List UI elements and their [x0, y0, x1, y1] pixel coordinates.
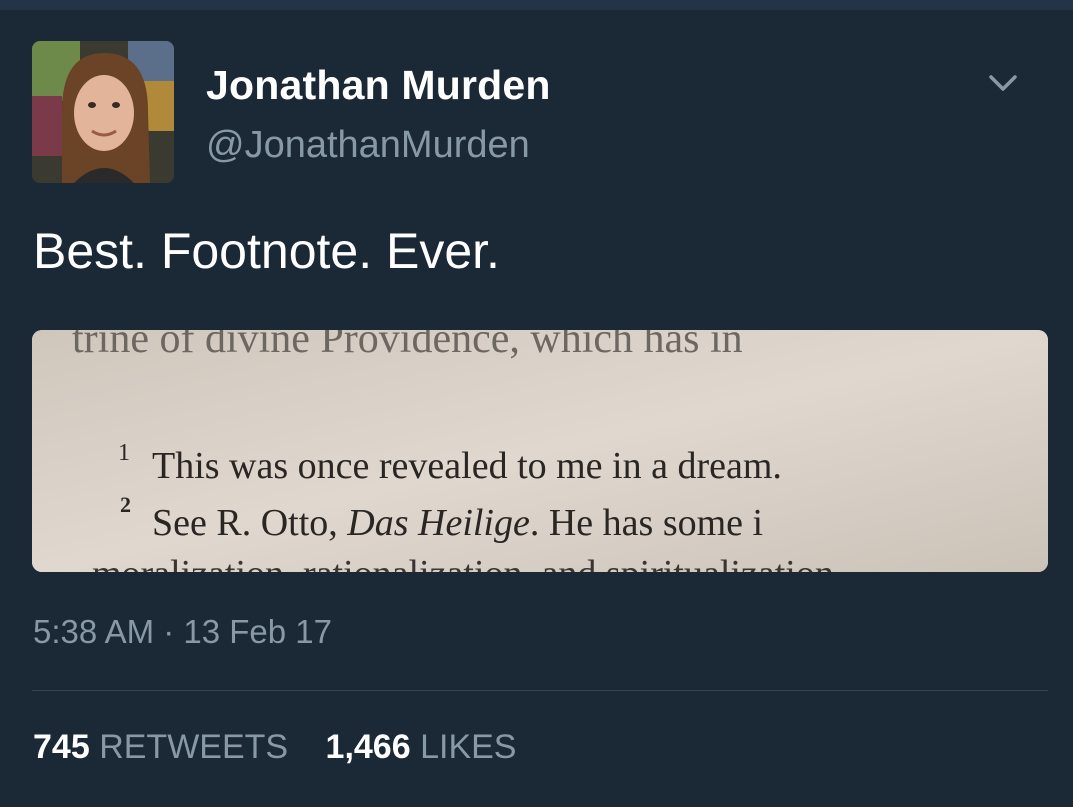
chevron-down-icon[interactable]	[986, 66, 1020, 100]
footnote-1-marker: 1	[118, 440, 130, 466]
footnote-2-marker: 2	[120, 492, 131, 517]
tweet-media-image[interactable]: trine of divine Providence, which has in…	[32, 330, 1048, 572]
retweets-label: RETWEETS	[99, 728, 289, 766]
retweets-count: 745	[33, 728, 90, 766]
tweet-timestamp[interactable]: 5:38 AM · 13 Feb 17	[33, 613, 332, 651]
media-top-line: trine of divine Providence, which has in	[72, 330, 743, 362]
tweet-stats: 745 RETWEETS 1,466 LIKES	[33, 728, 544, 767]
likes-label: LIKES	[420, 728, 517, 766]
top-bar	[0, 0, 1073, 10]
avatar[interactable]	[32, 41, 174, 183]
likes-stat[interactable]: 1,466 LIKES	[326, 728, 517, 767]
tweet-text: Best. Footnote. Ever.	[33, 223, 500, 279]
avatar-image	[32, 41, 174, 183]
retweets-stat[interactable]: 745 RETWEETS	[33, 728, 288, 767]
divider	[32, 690, 1048, 691]
footnote-1-text: This was once revealed to me in a dream.	[152, 445, 782, 487]
footnote-2-text: See R. Otto, Das Heilige. He has some i	[152, 502, 763, 544]
likes-count: 1,466	[325, 728, 411, 766]
author-display-name[interactable]: Jonathan Murden	[206, 62, 551, 109]
author-handle[interactable]: @JonathanMurden	[206, 124, 530, 167]
media-bottom-line: moralization, rationalization, and spiri…	[92, 553, 834, 572]
